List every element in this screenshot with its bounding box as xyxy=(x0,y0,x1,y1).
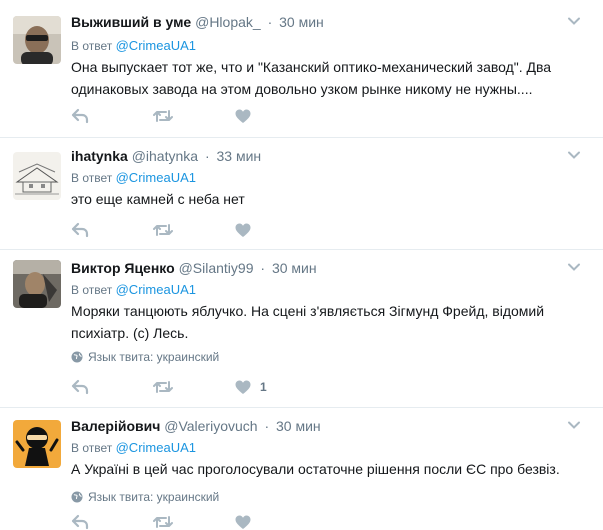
retweet-button[interactable] xyxy=(153,379,235,395)
reply-icon xyxy=(71,514,89,530)
retweet-icon xyxy=(153,224,173,236)
timestamp[interactable]: 30 мин xyxy=(272,260,317,276)
reply-button[interactable] xyxy=(71,379,153,395)
avatar[interactable] xyxy=(13,260,61,308)
reply-icon xyxy=(71,222,89,238)
author-handle[interactable]: @ihatynka xyxy=(132,148,198,164)
separator-dot: · xyxy=(204,148,210,164)
reply-prefix: В ответ xyxy=(71,441,113,455)
tweet-card[interactable]: Выживший в уме @Hlopak_ · 30 мин В ответ… xyxy=(0,0,603,138)
tweet-header: ihatynka @ihatynka · 33 мин xyxy=(71,148,261,164)
avatar[interactable] xyxy=(13,152,61,200)
tweet-text: А Україні в цей час проголосували остато… xyxy=(71,461,560,477)
tweet-card[interactable]: Виктор Яценко @Silantiy99 · 30 мин В отв… xyxy=(0,250,603,408)
globe-icon xyxy=(71,351,83,363)
tweet-language[interactable]: Язык твита: украинский xyxy=(71,350,219,364)
reply-context: В ответ @CrimeaUA1 xyxy=(71,38,196,53)
author-handle[interactable]: @Valeriyovuch xyxy=(164,418,257,434)
reply-prefix: В ответ xyxy=(71,39,113,53)
tweet-text: это еще камней с неба нет xyxy=(71,191,245,207)
tweet-header: Выживший в уме @Hlopak_ · 30 мин xyxy=(71,14,324,30)
reply-mention-link[interactable]: @CrimeaUA1 xyxy=(116,170,196,185)
separator-dot: · xyxy=(267,14,273,30)
author-name[interactable]: ihatynka xyxy=(71,148,128,164)
author-name[interactable]: Валерійович xyxy=(71,418,160,434)
reply-context: В ответ @CrimeaUA1 xyxy=(71,440,196,455)
language-label: Язык твита: украинский xyxy=(88,490,220,504)
reply-button[interactable] xyxy=(71,108,153,124)
heart-icon xyxy=(235,380,251,394)
like-button[interactable]: 1 xyxy=(235,380,317,395)
like-button[interactable] xyxy=(235,109,317,124)
tweet-card[interactable]: Валерійович @Valeriyovuch · 30 мин В отв… xyxy=(0,408,603,530)
tweet-actions: 1 xyxy=(71,379,317,395)
language-label: Язык твита: украинский xyxy=(88,350,220,364)
retweet-icon xyxy=(153,381,173,393)
chevron-down-icon[interactable] xyxy=(567,418,581,432)
reply-icon xyxy=(71,108,89,124)
like-button[interactable] xyxy=(235,223,317,238)
tweet-actions xyxy=(71,514,317,530)
heart-icon xyxy=(235,515,251,529)
tweet-language[interactable]: Язык твита: украинский xyxy=(71,490,219,504)
retweet-icon xyxy=(153,110,173,122)
tweet-text: Моряки танцюють яблучко. На сцені з'явля… xyxy=(71,303,545,341)
reply-context: В ответ @CrimeaUA1 xyxy=(71,282,196,297)
reply-button[interactable] xyxy=(71,222,153,238)
heart-icon xyxy=(235,223,251,237)
author-handle[interactable]: @Silantiy99 xyxy=(179,260,254,276)
retweet-icon xyxy=(153,516,173,528)
tweet-header: Валерійович @Valeriyovuch · 30 мин xyxy=(71,418,321,434)
chevron-down-icon[interactable] xyxy=(567,14,581,28)
reply-mention-link[interactable]: @CrimeaUA1 xyxy=(116,282,196,297)
separator-dot: · xyxy=(264,418,270,434)
author-name[interactable]: Выживший в уме xyxy=(71,14,191,30)
tweet-actions xyxy=(71,108,317,124)
chevron-down-icon[interactable] xyxy=(567,260,581,274)
chevron-down-icon[interactable] xyxy=(567,148,581,162)
reply-mention-link[interactable]: @CrimeaUA1 xyxy=(116,440,196,455)
retweet-button[interactable] xyxy=(153,108,235,124)
globe-icon xyxy=(71,491,83,503)
heart-icon xyxy=(235,109,251,123)
author-name[interactable]: Виктор Яценко xyxy=(71,260,175,276)
like-button[interactable] xyxy=(235,515,317,530)
retweet-button[interactable] xyxy=(153,222,235,238)
tweet-text: Она выпускает тот же, что и "Казанский о… xyxy=(71,59,552,97)
timestamp[interactable]: 33 мин xyxy=(217,148,262,164)
reply-prefix: В ответ xyxy=(71,171,113,185)
reply-button[interactable] xyxy=(71,514,153,530)
author-handle[interactable]: @Hlopak_ xyxy=(195,14,261,30)
avatar[interactable] xyxy=(13,16,61,64)
tweet-card[interactable]: ihatynka @ihatynka · 33 мин В ответ @Cri… xyxy=(0,138,603,250)
reply-prefix: В ответ xyxy=(71,283,113,297)
timestamp[interactable]: 30 мин xyxy=(276,418,321,434)
like-count: 1 xyxy=(260,380,267,394)
reply-mention-link[interactable]: @CrimeaUA1 xyxy=(116,38,196,53)
timestamp[interactable]: 30 мин xyxy=(279,14,324,30)
separator-dot: · xyxy=(260,260,266,276)
reply-context: В ответ @CrimeaUA1 xyxy=(71,170,196,185)
reply-icon xyxy=(71,379,89,395)
avatar[interactable] xyxy=(13,420,61,468)
tweet-header: Виктор Яценко @Silantiy99 · 30 мин xyxy=(71,260,317,276)
tweet-actions xyxy=(71,222,317,238)
retweet-button[interactable] xyxy=(153,514,235,530)
